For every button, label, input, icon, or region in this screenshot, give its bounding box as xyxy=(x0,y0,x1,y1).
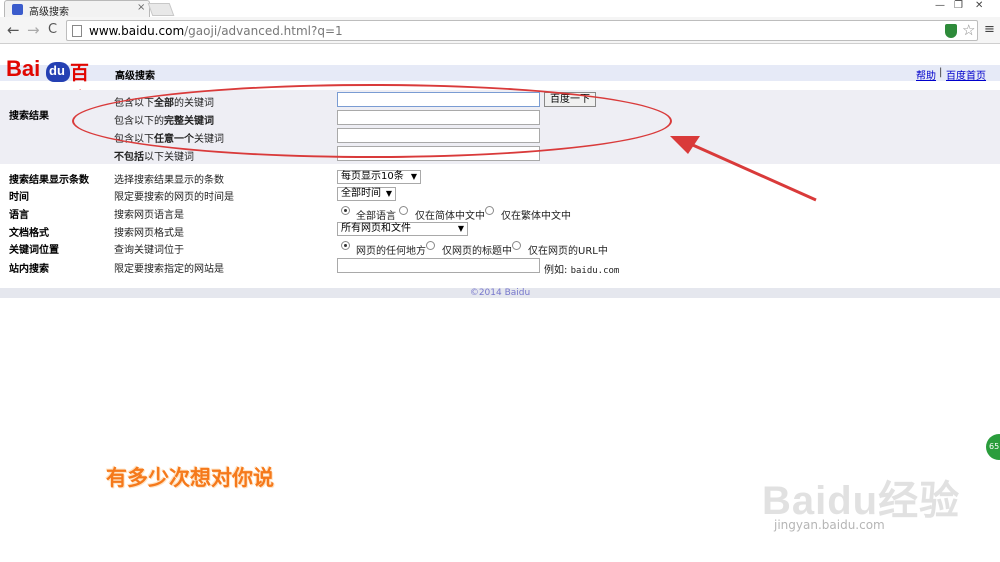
video-subtitle: 有多少次想对你说 xyxy=(106,466,274,490)
url-path: /gaoji/advanced.html?q=1 xyxy=(184,24,343,38)
minimize-icon[interactable]: — xyxy=(935,0,945,11)
tab-title: 高级搜索 xyxy=(29,7,69,18)
reload-icon[interactable]: C xyxy=(48,22,57,37)
url-text: www.baidu.com/gaoji/advanced.html?q=1 xyxy=(89,24,343,38)
new-tab-button[interactable] xyxy=(147,3,175,16)
browser-toolbar: ← → C www.baidu.com/gaoji/advanced.html?… xyxy=(0,17,1000,44)
watermark-url: jingyan.baidu.com xyxy=(774,518,885,532)
back-icon[interactable]: ← xyxy=(7,21,20,39)
baidu-favicon-icon xyxy=(12,4,23,15)
bookmark-star-icon[interactable]: ☆ xyxy=(962,21,975,39)
forward-icon[interactable]: → xyxy=(27,21,40,39)
tab-close-icon[interactable]: × xyxy=(137,2,145,13)
tab-strip: 高级搜索 × — ❐ ✕ xyxy=(0,0,1000,18)
address-bar[interactable]: www.baidu.com/gaoji/advanced.html?q=1 ☆ xyxy=(66,20,978,41)
shield-icon[interactable] xyxy=(945,24,957,38)
url-host: www.baidu.com xyxy=(89,24,185,38)
close-window-icon[interactable]: ✕ xyxy=(975,0,983,11)
menu-icon[interactable]: ≡ xyxy=(984,22,995,37)
browser-tab[interactable]: 高级搜索 × xyxy=(4,0,150,18)
restore-icon[interactable]: ❐ xyxy=(954,0,963,11)
page-icon xyxy=(72,25,82,37)
arrow-shaft xyxy=(685,140,817,202)
